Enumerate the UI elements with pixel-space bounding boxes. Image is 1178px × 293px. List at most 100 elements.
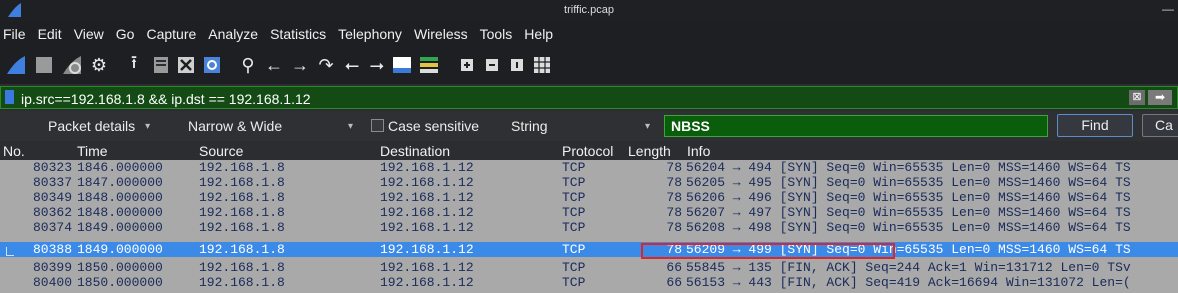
- menu-file[interactable]: File: [3, 26, 26, 42]
- case-sensitive-checkbox[interactable]: [371, 119, 384, 132]
- column-header-time[interactable]: Time: [77, 142, 108, 160]
- cell-no: 80399: [32, 260, 72, 275]
- cell-protocol: TCP: [562, 242, 586, 257]
- char-width-select[interactable]: Narrow & Wide ▾: [188, 115, 358, 137]
- cell-protocol: TCP: [562, 190, 586, 205]
- search-type-value: String: [511, 118, 548, 134]
- cell-source: 192.168.1.8: [199, 160, 285, 175]
- column-header-no[interactable]: No.: [3, 142, 25, 160]
- reload-icon[interactable]: [201, 54, 223, 76]
- find-packet-bar: Packet details ▾ Narrow & Wide ▾ Case se…: [0, 111, 1178, 141]
- cell-info: 56153 → 443 [FIN, ACK] Seq=419 Ack=16694…: [686, 275, 1131, 290]
- restart-icon[interactable]: [61, 54, 83, 76]
- display-filter-input[interactable]: [19, 88, 1123, 109]
- menu-analyze[interactable]: Analyze: [208, 26, 258, 42]
- bookmark-icon[interactable]: [5, 90, 14, 104]
- cell-source: 192.168.1.8: [199, 220, 285, 235]
- cell-no: 80362: [32, 205, 72, 220]
- menu-edit[interactable]: Edit: [38, 26, 62, 42]
- resize-columns-icon[interactable]: [531, 54, 553, 76]
- table-row[interactable]: 80399 1850.000000 192.168.1.8 192.168.1.…: [0, 260, 1178, 275]
- cell-length: 78: [666, 190, 682, 205]
- table-row[interactable]: 80374 1849.000000 192.168.1.8 192.168.1.…: [0, 220, 1178, 235]
- table-row[interactable]: 80362 1848.000000 192.168.1.8 192.168.1.…: [0, 205, 1178, 220]
- cell-info: 56208 → 498 [SYN] Seq=0 Win=65535 Len=0 …: [686, 220, 1131, 235]
- case-sensitive-label: Case sensitive: [388, 118, 480, 134]
- table-row[interactable]: 80349 1848.000000 192.168.1.8 192.168.1.…: [0, 190, 1178, 205]
- close-file-icon[interactable]: [175, 54, 197, 76]
- options-icon[interactable]: ⚙: [88, 54, 110, 76]
- cell-info: 56209 → 499 [SYN] Seq=0 Win=65535 Len=0 …: [686, 242, 1131, 257]
- title-bar: triffic.pcap —: [0, 0, 1178, 22]
- cell-info: 56206 → 496 [SYN] Seq=0 Win=65535 Len=0 …: [686, 190, 1131, 205]
- table-row-selected[interactable]: 80388 1849.000000 192.168.1.8 192.168.1.…: [0, 242, 1178, 257]
- stop-icon[interactable]: [33, 54, 55, 76]
- cell-length: 78: [666, 160, 682, 175]
- menu-capture[interactable]: Capture: [146, 26, 196, 42]
- cell-length: 78: [666, 220, 682, 235]
- column-header-source[interactable]: Source: [199, 142, 243, 160]
- cell-info: 56205 → 495 [SYN] Seq=0 Win=65535 Len=0 …: [686, 175, 1131, 190]
- menu-help[interactable]: Help: [524, 26, 553, 42]
- find-search-input[interactable]: NBSS: [664, 115, 1048, 137]
- cell-destination: 192.168.1.12: [380, 275, 474, 290]
- table-row[interactable]: 80323 1846.000000 192.168.1.8 192.168.1.…: [0, 160, 1178, 175]
- cell-no: 80374: [32, 220, 72, 235]
- chevron-down-icon: ▾: [348, 120, 354, 132]
- start-capture-icon[interactable]: [5, 54, 27, 76]
- cell-protocol: TCP: [562, 160, 586, 175]
- menu-telephony[interactable]: Telephony: [338, 26, 402, 42]
- normal-size-icon[interactable]: [506, 54, 528, 76]
- autoscroll-icon[interactable]: [391, 54, 413, 76]
- go-to-packet-icon[interactable]: ↷: [315, 54, 337, 76]
- search-in-select[interactable]: Packet details ▾: [48, 115, 150, 137]
- column-header-protocol[interactable]: Protocol: [562, 142, 613, 160]
- go-back-icon[interactable]: ←: [263, 54, 285, 76]
- chevron-down-icon: ▾: [645, 120, 651, 132]
- last-packet-icon[interactable]: ⭢: [366, 54, 388, 76]
- menu-go[interactable]: Go: [116, 26, 135, 42]
- cell-no: 80388: [32, 242, 72, 257]
- cell-source: 192.168.1.8: [199, 190, 285, 205]
- clear-filter-icon[interactable]: ⊠: [1129, 90, 1145, 105]
- cell-destination: 192.168.1.12: [380, 260, 474, 275]
- zoom-in-icon[interactable]: [456, 54, 478, 76]
- cell-info: 56204 → 494 [SYN] Seq=0 Win=65535 Len=0 …: [686, 160, 1131, 175]
- find-button[interactable]: Find: [1057, 114, 1133, 137]
- cell-protocol: TCP: [562, 275, 586, 290]
- cell-time: 1847.000000: [77, 175, 163, 190]
- colorize-icon[interactable]: [418, 54, 440, 76]
- apply-filter-icon[interactable]: ➡: [1148, 90, 1172, 105]
- column-header-info[interactable]: Info: [687, 142, 710, 160]
- cell-time: 1849.000000: [77, 242, 163, 257]
- packet-list[interactable]: 80323 1846.000000 192.168.1.8 192.168.1.…: [0, 160, 1178, 293]
- column-header-length[interactable]: Length: [628, 142, 671, 160]
- cell-source: 192.168.1.8: [199, 260, 285, 275]
- cell-length: 78: [666, 242, 682, 257]
- menu-wireless[interactable]: Wireless: [414, 26, 468, 42]
- char-width-value: Narrow & Wide: [188, 118, 283, 134]
- open-file-icon[interactable]: ⭱: [123, 52, 145, 76]
- cell-destination: 192.168.1.12: [380, 190, 474, 205]
- menu-tools[interactable]: Tools: [480, 26, 513, 42]
- minimize-icon[interactable]: —: [1162, 2, 1174, 16]
- cell-source: 192.168.1.8: [199, 175, 285, 190]
- cell-protocol: TCP: [562, 175, 586, 190]
- cancel-button[interactable]: Ca: [1142, 114, 1178, 137]
- save-file-icon[interactable]: [150, 54, 172, 76]
- zoom-out-icon[interactable]: [481, 54, 503, 76]
- menu-view[interactable]: View: [74, 26, 104, 42]
- cell-time: 1849.000000: [77, 220, 163, 235]
- search-icon[interactable]: ⚲: [237, 54, 259, 76]
- table-row[interactable]: 80400 1850.000000 192.168.1.8 192.168.1.…: [0, 275, 1178, 290]
- table-row[interactable]: 80337 1847.000000 192.168.1.8 192.168.1.…: [0, 175, 1178, 190]
- go-forward-icon[interactable]: →: [289, 54, 311, 76]
- menu-statistics[interactable]: Statistics: [270, 26, 326, 42]
- column-header-destination[interactable]: Destination: [380, 142, 450, 160]
- cell-info: 56207 → 497 [SYN] Seq=0 Win=65535 Len=0 …: [686, 205, 1131, 220]
- cell-time: 1848.000000: [77, 205, 163, 220]
- cell-length: 66: [666, 275, 682, 290]
- search-type-select[interactable]: String ▾: [511, 115, 656, 137]
- first-packet-icon[interactable]: ⭠: [341, 54, 363, 76]
- cell-destination: 192.168.1.12: [380, 205, 474, 220]
